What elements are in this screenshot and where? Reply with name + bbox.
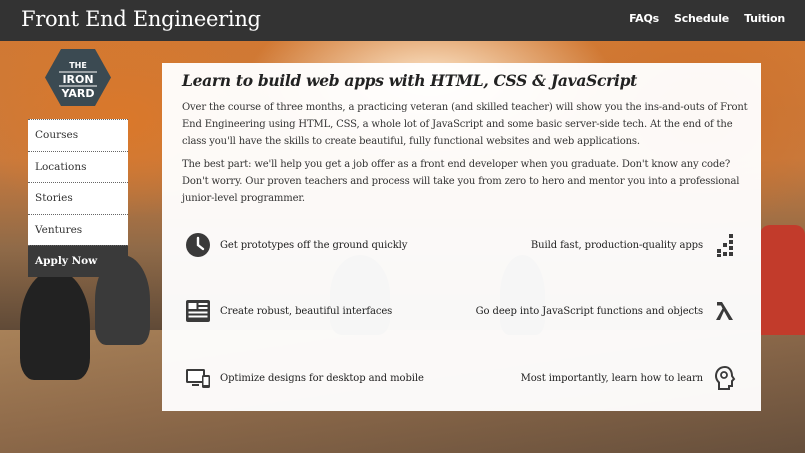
main-heading: Learn to build web apps with HTML, CSS &… (182, 71, 637, 90)
nav-tuition[interactable]: Tuition (744, 12, 785, 25)
job-paragraph: The best part: we'll help you get a job … (182, 159, 740, 204)
sidebar-item-apply-now[interactable]: Apply Now (28, 245, 128, 277)
sidebar-item-stories[interactable]: Stories (28, 182, 128, 214)
feature-prototypes: Get prototypes off the ground quickly (184, 231, 407, 259)
nav-faqs[interactable]: FAQs (629, 12, 659, 25)
sidebar-item-ventures[interactable]: Ventures (28, 213, 128, 246)
iron-yard-logo[interactable]: THE IRON YARD (45, 49, 111, 106)
lambda-icon (711, 297, 739, 325)
top-nav: FAQs Schedule Tuition (629, 12, 785, 25)
feature-learn-to-learn: Most importantly, learn how to learn (521, 364, 739, 392)
feature-label: Build fast, production-quality apps (530, 239, 703, 251)
pixel-grid-icon (711, 231, 739, 259)
clock-icon (184, 231, 212, 259)
sidebar-item-locations[interactable]: Locations (28, 150, 128, 183)
devices-icon (184, 364, 212, 392)
main-panel: Learn to build web apps with HTML, CSS &… (162, 63, 761, 411)
head-icon (711, 364, 739, 392)
layout-icon (184, 297, 212, 325)
logo-line-the: THE (69, 61, 87, 70)
background-person (20, 270, 90, 380)
sidebar-item-courses[interactable]: Courses (28, 119, 128, 151)
feature-label: Go deep into JavaScript functions and ob… (475, 305, 703, 317)
feature-label: Get prototypes off the ground quickly (220, 239, 408, 251)
logo-line-iron: IRON (62, 73, 93, 86)
feature-label: Most importantly, learn how to learn (520, 372, 703, 384)
nav-schedule[interactable]: Schedule (674, 12, 729, 25)
sidebar: Courses Locations Stories Ventures Apply… (28, 119, 128, 277)
feature-label: Optimize designs for desktop and mobile (220, 372, 424, 384)
feature-label: Create robust, beautiful interfaces (220, 305, 393, 317)
feature-desktop-mobile: Optimize designs for desktop and mobile (184, 364, 424, 392)
background-person-red-shirt (760, 225, 805, 335)
page-title[interactable]: Front End Engineering (21, 7, 261, 31)
intro-paragraph: Over the course of three months, a pract… (182, 102, 748, 147)
feature-javascript: Go deep into JavaScript functions and ob… (476, 297, 739, 325)
feature-production-apps: Build fast, production-quality apps (531, 231, 739, 259)
feature-interfaces: Create robust, beautiful interfaces (184, 297, 392, 325)
logo-hexagon: THE IRON YARD (45, 49, 111, 106)
top-header: Front End Engineering FAQs Schedule Tuit… (0, 0, 805, 41)
logo-line-yard: YARD (60, 87, 94, 100)
